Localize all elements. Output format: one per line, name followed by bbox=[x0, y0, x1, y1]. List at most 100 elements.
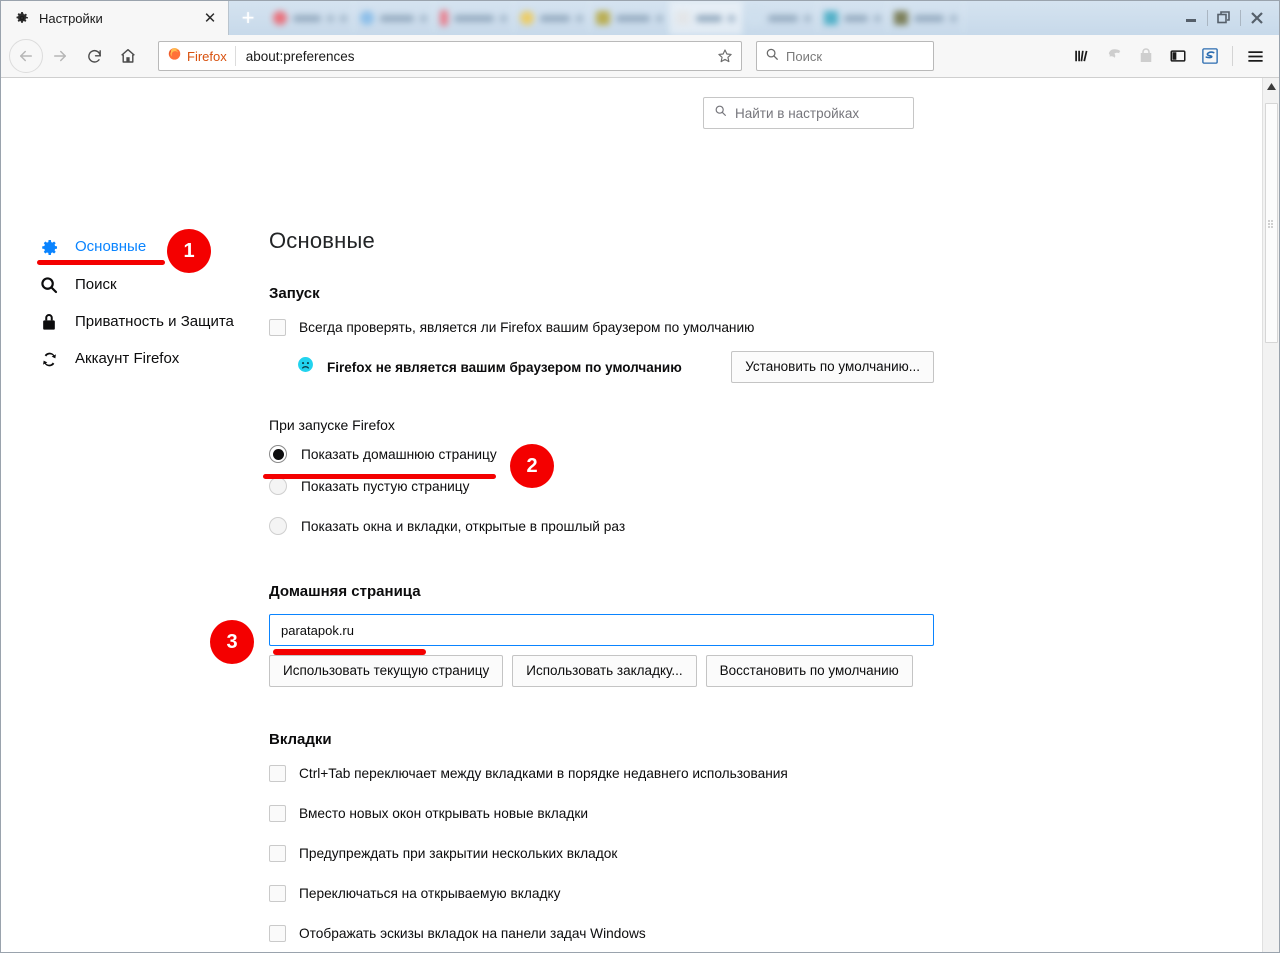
default-browser-text: Firefox не является вашим браузером по у… bbox=[327, 359, 682, 375]
screenshot-icon[interactable] bbox=[1130, 40, 1162, 72]
always-check-default-label: Всегда проверять, является ли Firefox ва… bbox=[299, 320, 755, 335]
scrollbar-grip-icon bbox=[1267, 219, 1275, 228]
divider bbox=[1232, 46, 1233, 66]
sidebar-item-label: Поиск bbox=[75, 276, 117, 293]
menu-icon[interactable] bbox=[1239, 40, 1271, 72]
background-tab[interactable] bbox=[514, 1, 590, 35]
background-tab[interactable] bbox=[267, 1, 354, 35]
url-bar-wrapper: Firefox about:preferences bbox=[158, 41, 742, 71]
default-browser-message: Firefox не является вашим браузером по у… bbox=[296, 355, 682, 379]
sidebar-item-privacy[interactable]: Приватность и Защита bbox=[37, 303, 237, 340]
background-tab[interactable] bbox=[354, 1, 434, 35]
minimize-button[interactable] bbox=[1175, 3, 1207, 33]
new-tab-button[interactable]: + bbox=[229, 1, 267, 35]
url-input[interactable]: about:preferences bbox=[236, 49, 715, 64]
annotation-underline-1 bbox=[37, 260, 165, 265]
startup-radio-blank[interactable] bbox=[269, 477, 287, 495]
tabs-checkbox-row[interactable]: Переключаться на открываемую вкладку bbox=[269, 884, 934, 903]
savefrom-icon[interactable] bbox=[1194, 40, 1226, 72]
toolbar-search-bar[interactable]: Поиск bbox=[756, 41, 934, 71]
tabs-checkbox-row[interactable]: Предупреждать при закрытии нескольких вк… bbox=[269, 844, 934, 863]
tab-strip: Настройки ✕ + bbox=[1, 1, 1279, 35]
tabs-checkbox-row[interactable]: Отображать эскизы вкладок на панели зада… bbox=[269, 924, 934, 943]
tab-settings[interactable]: Настройки ✕ bbox=[1, 1, 229, 35]
startup-radio-restore[interactable] bbox=[269, 517, 287, 535]
annotation-underline-3 bbox=[273, 649, 426, 655]
startup-radio-blank-label: Показать пустую страницу bbox=[301, 478, 470, 494]
homepage-buttons: Использовать текущую страницу Использова… bbox=[269, 655, 934, 687]
identity-box[interactable]: Firefox bbox=[167, 46, 236, 66]
background-tab[interactable] bbox=[434, 1, 514, 35]
background-tab[interactable] bbox=[818, 1, 888, 35]
taskbar-previews-label: Отображать эскизы вкладок на панели зада… bbox=[299, 926, 646, 941]
when-starting-label: При запуске Firefox bbox=[269, 417, 395, 433]
use-current-page-button[interactable]: Использовать текущую страницу bbox=[269, 655, 504, 687]
background-tab[interactable] bbox=[670, 1, 742, 35]
home-icon[interactable] bbox=[111, 39, 145, 73]
close-window-button[interactable] bbox=[1241, 3, 1273, 33]
background-tab[interactable] bbox=[742, 1, 818, 35]
ctrl-tab-label: Ctrl+Tab переключает между вкладками в п… bbox=[299, 766, 788, 781]
reload-icon[interactable] bbox=[77, 39, 111, 73]
background-tab[interactable] bbox=[888, 1, 964, 35]
vertical-scrollbar[interactable] bbox=[1262, 78, 1279, 952]
gear-icon bbox=[37, 236, 61, 258]
annotation-badge-1: 1 bbox=[167, 229, 211, 273]
gear-icon bbox=[13, 9, 31, 27]
forward-icon[interactable] bbox=[43, 39, 77, 73]
startup-radio-restore-label: Показать окна и вкладки, открытые в прош… bbox=[301, 518, 626, 534]
default-browser-row: Firefox не является вашим браузером по у… bbox=[296, 351, 934, 383]
homepage-section-title: Домашняя страница bbox=[269, 583, 421, 600]
taskbar-previews-checkbox[interactable] bbox=[269, 925, 286, 942]
set-default-button[interactable]: Установить по умолчанию... bbox=[731, 351, 934, 383]
preferences-search-placeholder: Найти в настройках bbox=[735, 105, 860, 121]
restore-default-button[interactable]: Восстановить по умолчанию bbox=[705, 655, 913, 687]
ctrl-tab-checkbox[interactable] bbox=[269, 765, 286, 782]
warn-closing-tabs-label: Предупреждать при закрытии нескольких вк… bbox=[299, 846, 618, 861]
warn-closing-tabs-checkbox[interactable] bbox=[269, 845, 286, 862]
library-icon[interactable] bbox=[1066, 40, 1098, 72]
url-bar[interactable]: Firefox about:preferences bbox=[158, 41, 742, 71]
radio-row-blank[interactable]: Показать пустую страницу bbox=[269, 477, 934, 495]
switch-to-new-tab-checkbox[interactable] bbox=[269, 885, 286, 902]
annotation-badge-3: 3 bbox=[210, 620, 254, 664]
tabs-section: Вкладки Ctrl+Tab переключает между вклад… bbox=[269, 731, 934, 943]
background-tabs bbox=[267, 1, 1175, 35]
new-tab-instead-window-checkbox[interactable] bbox=[269, 805, 286, 822]
back-icon[interactable] bbox=[9, 39, 43, 73]
radio-row-home[interactable]: Показать домашнюю страницу bbox=[269, 445, 934, 463]
content-area: Найти в настройках Основные Поиск Приват… bbox=[1, 78, 1279, 952]
annotation-underline-2 bbox=[263, 474, 496, 479]
restore-button[interactable] bbox=[1208, 3, 1240, 33]
always-check-default-row[interactable]: Всегда проверять, является ли Firefox ва… bbox=[269, 318, 934, 337]
startup-radio-home[interactable] bbox=[269, 445, 287, 463]
tabs-checkbox-row[interactable]: Ctrl+Tab переключает между вкладками в п… bbox=[269, 764, 934, 783]
sad-face-icon bbox=[296, 355, 315, 379]
use-bookmark-button[interactable]: Использовать закладку... bbox=[512, 655, 697, 687]
sidebar-item-search[interactable]: Поиск bbox=[37, 266, 237, 303]
preferences-search-input[interactable]: Найти в настройках bbox=[703, 97, 914, 129]
window-controls bbox=[1175, 1, 1279, 35]
always-check-default-checkbox[interactable] bbox=[269, 319, 286, 336]
tab-title: Настройки bbox=[39, 10, 103, 26]
startup-radio-home-label: Показать домашнюю страницу bbox=[301, 446, 497, 462]
preferences-main: Основные Запуск Всегда проверять, являет… bbox=[269, 228, 934, 952]
sync-icon bbox=[37, 348, 61, 370]
radio-row-restore[interactable]: Показать окна и вкладки, открытые в прош… bbox=[269, 517, 934, 535]
background-tab[interactable] bbox=[590, 1, 670, 35]
toolbar-search-placeholder: Поиск bbox=[786, 48, 823, 64]
sidebar-icon[interactable] bbox=[1162, 40, 1194, 72]
search-icon bbox=[714, 104, 727, 122]
sidebar-item-label: Аккаунт Firefox bbox=[75, 350, 180, 367]
tabs-checkbox-row[interactable]: Вместо новых окон открывать новые вкладк… bbox=[269, 804, 934, 823]
scrollbar-track[interactable] bbox=[1263, 95, 1280, 952]
sidebar-item-account[interactable]: Аккаунт Firefox bbox=[37, 340, 237, 378]
pocket-icon[interactable] bbox=[1098, 40, 1130, 72]
homepage-input[interactable]: paratapok.ru bbox=[269, 614, 934, 646]
scroll-up-arrow-icon[interactable] bbox=[1262, 78, 1279, 95]
startup-section: Запуск Всегда проверять, является ли Fir… bbox=[269, 285, 934, 535]
homepage-section: Домашняя страница paratapok.ru Использов… bbox=[269, 583, 934, 687]
close-tab-icon[interactable]: ✕ bbox=[200, 8, 220, 28]
scrollbar-thumb[interactable] bbox=[1264, 103, 1278, 343]
bookmark-star-icon[interactable] bbox=[715, 46, 735, 66]
